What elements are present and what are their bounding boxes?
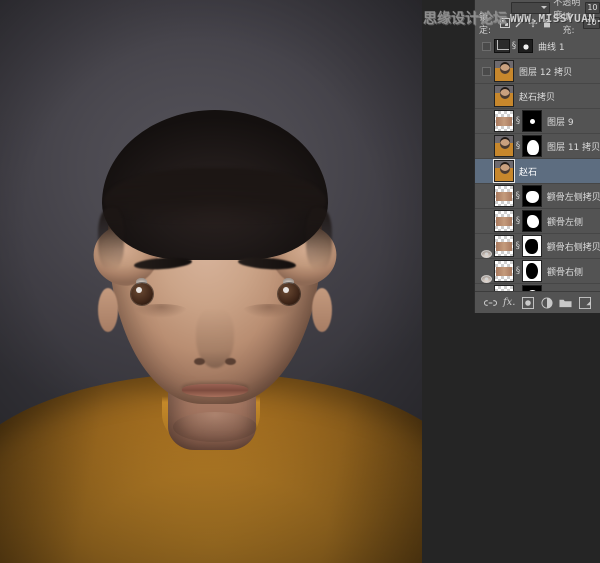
eye-off-icon[interactable] [482,42,491,51]
layer-name[interactable]: 图层 9 [542,115,574,128]
lock-position-icon[interactable] [528,18,538,28]
link-layers-icon[interactable] [484,296,497,309]
new-layer-icon[interactable] [578,296,591,309]
link-icon[interactable]: § [514,214,522,228]
lock-all-icon[interactable] [542,18,552,28]
layer-name[interactable]: 颧骨右侧拷贝 [542,240,600,253]
link-icon[interactable]: § [514,189,522,203]
link-icon[interactable]: § [514,264,522,278]
layer-thumbnail[interactable] [494,185,514,207]
chevron-down-icon [541,6,547,9]
eye-off-icon[interactable] [482,67,491,76]
layer-name[interactable]: 颧骨左侧 [542,215,583,228]
layers-panel[interactable]: 不透明度: 10 锁定: 填充: 10 § [474,0,600,313]
layer-name[interactable]: 赵石拷贝 [514,90,555,103]
layers-panel-toolbar[interactable]: fx. [475,291,600,313]
layer-mask-thumb[interactable] [522,135,542,157]
layer-name[interactable]: 颧骨右侧 [542,265,583,278]
layer-thumbnail[interactable] [494,110,514,132]
photoshop-window: 不透明度: 10 锁定: 填充: 10 § [0,0,600,563]
layer-thumbnail[interactable] [494,235,514,257]
table-row-selected[interactable]: 赵石 [475,159,600,184]
lock-label: 锁定: [479,10,497,36]
layer-mask-thumb[interactable] [522,185,542,207]
canvas-area[interactable] [0,0,422,563]
layer-thumbnail[interactable] [494,85,514,107]
photo-vignette [0,0,422,563]
fill-input[interactable]: 10 [583,17,600,29]
visibility-toggle[interactable] [478,67,494,76]
opacity-input[interactable]: 10 [585,2,600,14]
layer-thumbnail[interactable] [494,210,514,232]
lock-icon-group[interactable] [500,18,552,28]
layer-thumbnail[interactable] [494,135,514,157]
fill-label: 填充: [563,10,581,36]
layer-mask-thumb[interactable] [522,235,542,257]
layer-name[interactable]: 图层 11 拷贝 [542,140,600,153]
new-group-icon[interactable] [559,296,572,309]
adjustment-thumb-icon[interactable] [494,39,510,53]
layer-mask-thumb[interactable] [522,210,542,232]
portrait-photo [0,0,422,563]
blend-mode-select[interactable] [511,2,550,14]
table-row[interactable]: 赵石拷贝 [475,84,600,109]
link-icon[interactable]: § [514,239,522,253]
new-adjustment-layer-icon[interactable] [540,296,553,309]
table-row[interactable]: § 颧骨右侧拷贝 [475,234,600,259]
lock-pixels-icon[interactable] [514,18,524,28]
layers-panel-options[interactable]: 不透明度: 10 锁定: 填充: 10 [475,0,600,34]
layer-style-fx-icon[interactable]: fx. [503,296,516,309]
table-row[interactable]: § 曲线 1 [475,34,600,59]
layer-mask-thumb[interactable] [522,260,542,282]
table-row[interactable]: § 图层 11 拷贝 [475,134,600,159]
layer-name[interactable]: 曲线 1 [533,40,565,53]
layer-mask-thumb[interactable] [522,110,542,132]
layer-name[interactable]: 图层 12 拷贝 [514,65,572,78]
lock-transparent-icon[interactable] [500,18,510,28]
layer-name[interactable]: 赵石 [514,165,537,178]
link-icon[interactable]: § [514,139,522,153]
table-row[interactable]: § [475,284,600,291]
table-row[interactable]: § 颧骨左侧拷贝 [475,184,600,209]
layer-list[interactable]: § 曲线 1 图层 12 拷贝 赵石拷贝 [475,34,600,291]
link-icon[interactable]: § [514,114,522,128]
table-row[interactable]: § 颧骨左侧 [475,209,600,234]
table-row[interactable]: 图层 12 拷贝 [475,59,600,84]
layer-mask-thumb[interactable] [518,39,533,53]
table-row[interactable]: § 图层 9 [475,109,600,134]
visibility-toggle[interactable] [478,42,494,51]
layer-thumbnail[interactable] [494,260,514,282]
layer-name[interactable]: 颧骨左侧拷贝 [542,190,600,203]
layer-thumbnail[interactable] [494,160,514,182]
layer-thumbnail[interactable] [494,60,514,82]
link-icon[interactable]: § [510,39,518,53]
table-row[interactable]: § 颧骨右侧 [475,259,600,284]
add-layer-mask-icon[interactable] [522,296,535,309]
